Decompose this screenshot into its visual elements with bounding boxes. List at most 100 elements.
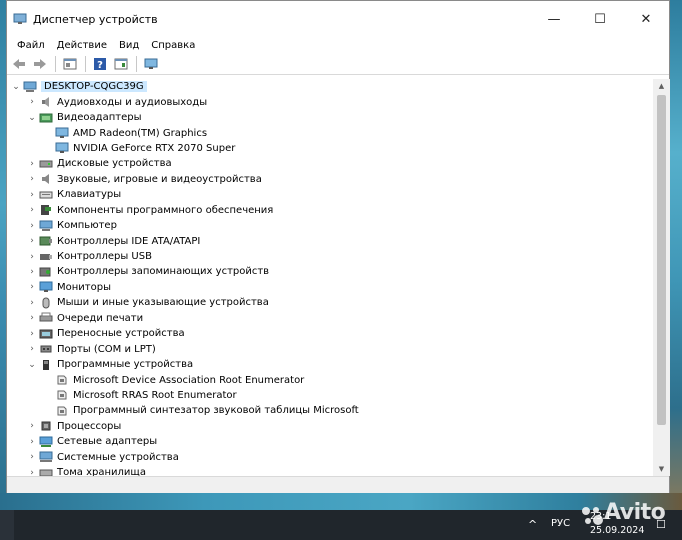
tree-category-label: Программные устройства (57, 359, 194, 371)
tree-category-row[interactable]: › Системные устройства (7, 450, 653, 465)
tree-device-row[interactable]: NVIDIA GeForce RTX 2070 Super (7, 141, 653, 156)
avito-logo-icon (582, 507, 603, 525)
forward-button[interactable] (30, 55, 50, 73)
collapse-chevron-icon[interactable]: ⌄ (9, 80, 23, 94)
expand-chevron-icon[interactable]: › (25, 234, 39, 248)
tree-category-row[interactable]: › Очереди печати (7, 311, 653, 326)
scroll-up-arrow-icon[interactable]: ▲ (653, 79, 670, 93)
tree-category-label: Очереди печати (57, 312, 144, 324)
tree-category-row[interactable]: ⌄ Видеоадаптеры (7, 110, 653, 125)
tree-category-row[interactable]: › Контроллеры IDE ATA/ATAPI (7, 233, 653, 248)
expand-chevron-icon[interactable]: › (25, 296, 39, 310)
input-language-indicator[interactable]: РУС (551, 518, 570, 529)
collapse-chevron-icon[interactable]: ⌄ (25, 358, 39, 372)
expand-chevron-icon[interactable]: › (25, 95, 39, 109)
minimize-button[interactable]: — (531, 1, 577, 37)
tree-device-label: Microsoft Device Association Root Enumer… (73, 374, 305, 386)
expand-chevron-icon[interactable]: › (25, 435, 39, 449)
tree-category-row[interactable]: › Компьютер (7, 218, 653, 233)
close-button[interactable]: ✕ (623, 1, 669, 37)
tree-category-label: Компьютер (57, 220, 117, 232)
storage-volume-icon (39, 467, 53, 476)
disk-drive-icon (39, 158, 53, 170)
tree-device-row[interactable]: Microsoft RRAS Root Enumerator (7, 388, 653, 403)
device-manager-window: Диспетчер устройств — ☐ ✕ Файл Действие … (6, 0, 670, 493)
expand-chevron-icon[interactable]: › (25, 188, 39, 202)
tree-device-row[interactable]: Microsoft Device Association Root Enumer… (7, 372, 653, 387)
processor-icon (39, 420, 53, 432)
storage-controller-icon (39, 266, 53, 278)
expand-chevron-icon[interactable]: › (25, 450, 39, 464)
collapse-chevron-icon[interactable]: ⌄ (25, 111, 39, 125)
tree-category-row[interactable]: › Клавиатуры (7, 187, 653, 202)
expand-chevron-icon[interactable]: › (25, 265, 39, 279)
status-bar (7, 476, 669, 493)
title-bar: Диспетчер устройств — ☐ ✕ (7, 1, 669, 37)
expand-chevron-icon[interactable]: › (25, 250, 39, 264)
tree-device-label: AMD Radeon(TM) Graphics (73, 127, 208, 139)
expand-chevron-icon[interactable]: › (25, 327, 39, 341)
tree-category-row[interactable]: › Мыши и иные указывающие устройства (7, 295, 653, 310)
tree-category-label: Компоненты программного обеспечения (57, 204, 274, 216)
audio-io-icon (39, 96, 53, 108)
tree-root-row[interactable]: ⌄ DESKTOP-CQGC39G (7, 79, 653, 94)
taskbar-left-edge[interactable] (0, 510, 14, 540)
update-driver-button[interactable] (111, 55, 131, 73)
expand-chevron-icon[interactable]: › (25, 172, 39, 186)
window-title: Диспетчер устройств (33, 12, 158, 26)
tree-device-row[interactable]: Программный синтезатор звуковой таблицы … (7, 403, 653, 418)
scan-hardware-button[interactable] (141, 55, 161, 73)
tree-category-row[interactable]: › Контроллеры USB (7, 249, 653, 264)
help-icon: ? (94, 57, 106, 71)
tree-category-row[interactable]: › Порты (COM и LPT) (7, 341, 653, 356)
expand-chevron-icon[interactable]: › (25, 203, 39, 217)
tree-category-row[interactable]: › Контроллеры запоминающих устройств (7, 264, 653, 279)
portable-device-icon (39, 328, 53, 340)
software-device-icon (39, 359, 53, 371)
expand-chevron-icon[interactable]: › (25, 157, 39, 171)
tree-device-label: Программный синтезатор звуковой таблицы … (73, 405, 359, 417)
tree-category-row[interactable]: ⌄ Программные устройства (7, 357, 653, 372)
expand-chevron-icon[interactable]: › (25, 419, 39, 433)
expand-chevron-icon[interactable]: › (25, 342, 39, 356)
help-button[interactable]: ? (90, 55, 110, 73)
toolbar-separator (55, 55, 56, 72)
back-button[interactable] (9, 55, 29, 73)
expand-chevron-icon[interactable]: › (25, 466, 39, 476)
menu-help[interactable]: Справка (145, 40, 201, 51)
tree-category-row[interactable]: › Звуковые, игровые и видеоустройства (7, 172, 653, 187)
tree-category-row[interactable]: › Аудиовходы и аудиовыходы (7, 94, 653, 109)
device-tree: ⌄ DESKTOP-CQGC39G › Аудиовходы и аудиовых… (7, 79, 653, 476)
tree-category-label: Звуковые, игровые и видеоустройства (57, 173, 262, 185)
menu-action[interactable]: Действие (51, 40, 113, 51)
tree-category-label: Мониторы (57, 281, 111, 293)
tree-device-label: NVIDIA GeForce RTX 2070 Super (73, 142, 236, 154)
properties-icon (63, 58, 77, 69)
tree-category-label: Контроллеры USB (57, 251, 152, 263)
keyboard-icon (39, 189, 53, 201)
menu-file[interactable]: Файл (11, 40, 51, 51)
tree-device-row[interactable]: AMD Radeon(TM) Graphics (7, 125, 653, 140)
tree-category-row[interactable]: › Тома хранилища (7, 465, 653, 476)
menu-view[interactable]: Вид (113, 40, 145, 51)
tree-category-label: Аудиовходы и аудиовыходы (57, 96, 208, 108)
tree-category-row[interactable]: › Переносные устройства (7, 326, 653, 341)
tree-category-row[interactable]: › Мониторы (7, 280, 653, 295)
tree-category-row[interactable]: › Компоненты программного обеспечения (7, 203, 653, 218)
tree-category-label: Видеоадаптеры (57, 112, 142, 124)
expand-chevron-icon[interactable]: › (25, 280, 39, 294)
properties-button[interactable] (60, 55, 80, 73)
vertical-scrollbar[interactable]: ▲ ▼ (653, 79, 670, 476)
scroll-down-arrow-icon[interactable]: ▼ (653, 462, 670, 476)
forward-arrow-icon (34, 58, 46, 69)
tree-category-row[interactable]: › Сетевые адаптеры (7, 434, 653, 449)
expand-chevron-icon[interactable]: › (25, 311, 39, 325)
maximize-button[interactable]: ☐ (577, 1, 623, 37)
tree-category-row[interactable]: › Дисковые устройства (7, 156, 653, 171)
tree-category-row[interactable]: › Процессоры (7, 419, 653, 434)
tray-overflow-chevron-icon[interactable]: ^ (528, 518, 537, 531)
scrollbar-thumb[interactable] (657, 95, 666, 425)
software-child-icon (55, 405, 69, 417)
update-driver-icon (114, 58, 128, 69)
expand-chevron-icon[interactable]: › (25, 219, 39, 233)
